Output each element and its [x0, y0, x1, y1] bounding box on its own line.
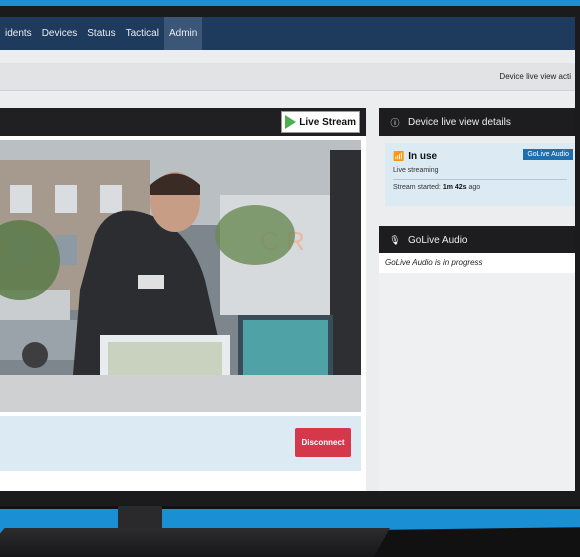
stream-ago: ago — [468, 184, 481, 191]
live-stream-button[interactable]: Live Stream — [281, 111, 360, 133]
golive-audio-badge: GoLive Audio — [523, 149, 573, 160]
nav-item-devices[interactable]: Devices — [37, 17, 83, 50]
page-subheader: Device live view acti — [0, 63, 575, 91]
info-icon: ⓘ — [390, 117, 400, 128]
nav-item-tactical[interactable]: Tactical — [121, 17, 164, 50]
page-title: Device live view acti — [499, 72, 571, 81]
details-card-body: 📶 In use GoLive Audio Live streaming Str… — [385, 143, 575, 206]
top-nav: idents Devices Status Tactical Admin — [0, 17, 575, 50]
right-sidebar: ⓘ Device live view details 📶 In use GoLi… — [379, 108, 575, 491]
broadcast-icon: 📶 — [393, 151, 405, 161]
status-text: In use — [408, 151, 438, 162]
nav-item-incidents[interactable]: idents — [0, 17, 37, 50]
sidebar-empty-area — [379, 273, 575, 491]
monitor-stand-base — [0, 528, 390, 557]
play-icon — [285, 115, 297, 129]
video-frame-image: C R — [0, 140, 361, 412]
stream-started-text: Stream started: 1m 42s ago — [393, 184, 480, 191]
live-video-feed: C R — [0, 140, 361, 412]
audio-card-title: GoLive Audio — [408, 234, 468, 246]
live-stream-label: Live Stream — [299, 116, 356, 128]
audio-card-body: GoLive Audio is in progress — [379, 253, 575, 273]
live-streaming-text: Live streaming — [393, 167, 439, 174]
divider — [393, 179, 567, 180]
microphone-icon: 🎙 — [389, 234, 401, 245]
stream-duration: 1m 42s — [442, 184, 467, 191]
video-panel-header: Live Stream — [0, 108, 366, 136]
nav-item-admin[interactable]: Admin — [163, 17, 203, 50]
audio-card-header: 🎙 GoLive Audio — [379, 226, 575, 254]
disconnect-button[interactable]: Disconnect — [295, 428, 351, 457]
stream-started-label: Stream started: — [393, 184, 441, 191]
details-card-title: Device live view details — [408, 116, 511, 128]
monitor-scene: idents Devices Status Tactical Admin Dev… — [0, 0, 580, 557]
video-controls-bar: Disconnect — [0, 416, 361, 471]
nav-item-status[interactable]: Status — [82, 17, 120, 50]
details-card-header: ⓘ Device live view details — [379, 108, 575, 136]
status-row: 📶 In use — [393, 151, 437, 162]
monitor-screen: idents Devices Status Tactical Admin Dev… — [0, 17, 575, 491]
video-panel: Live Stream C R — [0, 108, 366, 491]
